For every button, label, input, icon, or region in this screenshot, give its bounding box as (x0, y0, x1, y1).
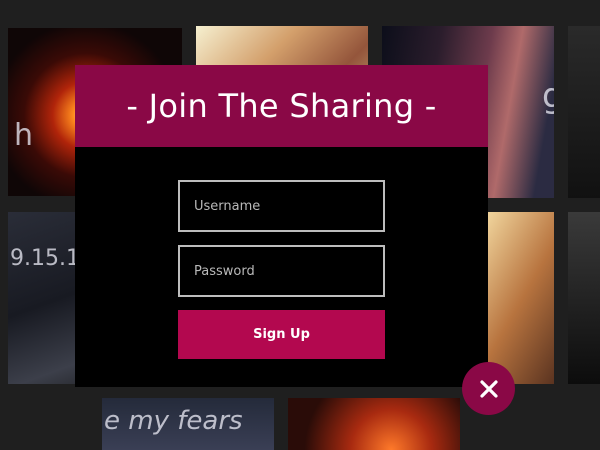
signup-form: Sign Up (178, 180, 385, 359)
gallery-tile-caption: ght (542, 76, 554, 116)
gallery-tile[interactable] (568, 212, 600, 384)
gallery-tile-caption: e my fears (104, 406, 243, 436)
password-field[interactable] (178, 245, 385, 297)
modal-header: - Join The Sharing - (75, 65, 488, 147)
modal-title: - Join The Sharing - (126, 87, 437, 125)
close-button[interactable] (462, 362, 515, 415)
close-icon (479, 379, 498, 398)
gallery-tile-caption: h (14, 118, 34, 153)
signup-modal: - Join The Sharing - Sign Up (75, 65, 488, 387)
gallery-tile[interactable] (288, 398, 460, 450)
gallery-tile[interactable] (568, 26, 600, 198)
gallery-tile[interactable]: e my fears (102, 398, 274, 450)
sign-up-button[interactable]: Sign Up (178, 310, 385, 359)
username-field[interactable] (178, 180, 385, 232)
